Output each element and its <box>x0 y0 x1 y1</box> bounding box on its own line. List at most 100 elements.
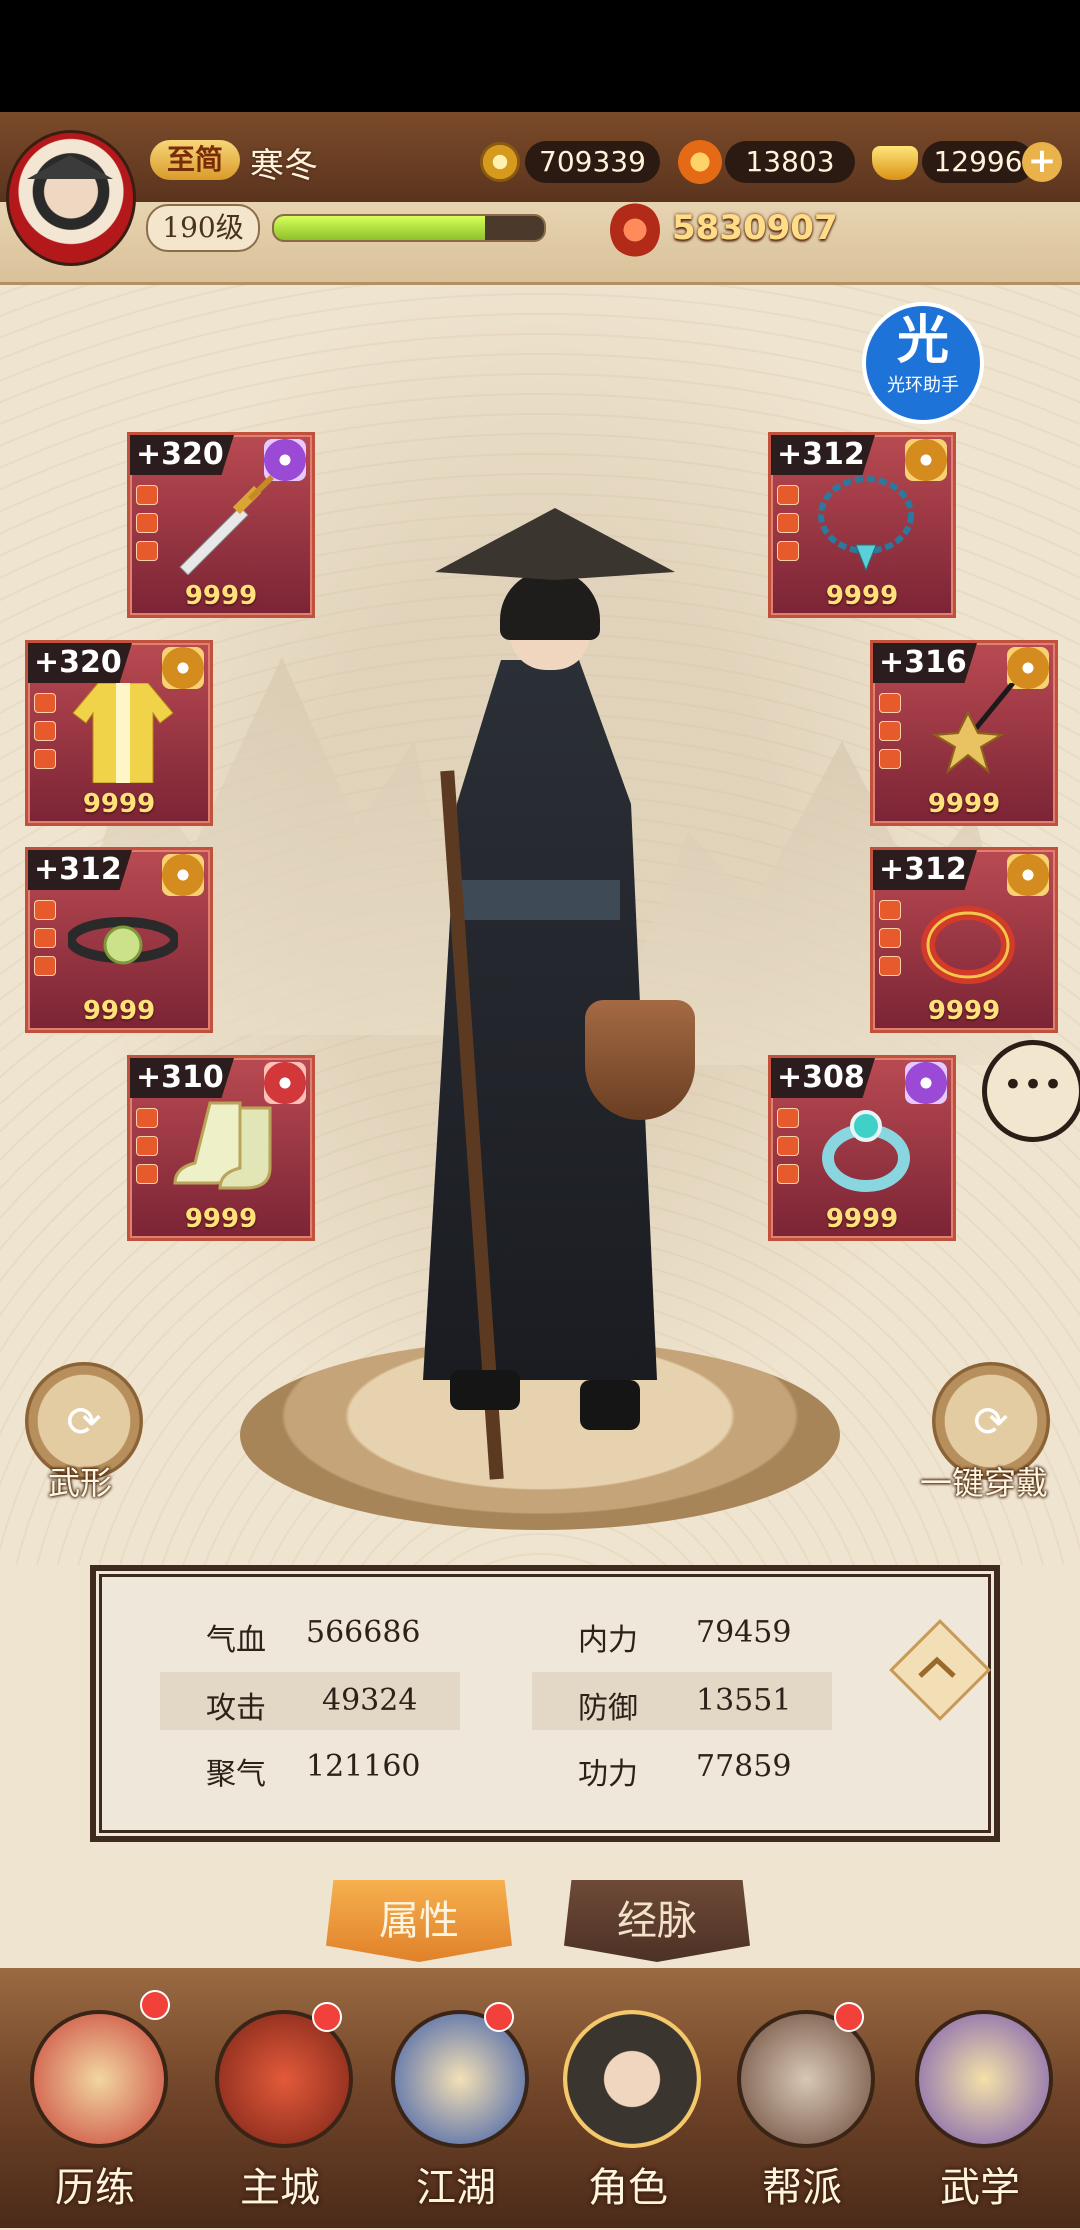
boots-icon <box>173 1101 272 1190</box>
player-avatar[interactable] <box>6 130 136 266</box>
nav-training-label: 历练 <box>55 2165 135 2211</box>
item-count: 9999 <box>825 1204 899 1234</box>
tab-attributes[interactable]: 属性 <box>326 1880 512 1962</box>
stat-defense-value: 13551 <box>696 1683 792 1718</box>
refine-stars <box>34 900 56 984</box>
training-icon <box>30 2010 168 2148</box>
item-count: 9999 <box>927 996 1001 1026</box>
combat-power-value: 5830907 <box>672 208 838 248</box>
stats-panel: 气血 566686 内力 79459 攻击 49324 防御 13551 聚气 … <box>90 1565 1000 1842</box>
nav-character[interactable]: 角色 <box>548 1980 708 2230</box>
equip-slot-boots[interactable]: +310 9999 <box>127 1055 315 1241</box>
nav-guild-label: 帮派 <box>762 2165 842 2211</box>
player-name: 寒冬 <box>250 146 318 186</box>
appearance-label: 武形 <box>48 1464 113 1502</box>
refine-stars <box>879 693 901 777</box>
nav-character-label: 角色 <box>588 2165 668 2211</box>
robe-icon <box>72 683 174 783</box>
notification-badge <box>140 1990 170 2020</box>
enhance-level: +316 <box>873 643 977 683</box>
enhance-level: +312 <box>28 850 132 890</box>
status-bar <box>0 0 1080 112</box>
notification-badge <box>484 2002 514 2032</box>
enhance-level: +312 <box>771 435 875 475</box>
equip-slot-ring[interactable]: +308 9999 <box>768 1055 956 1241</box>
item-count: 9999 <box>82 789 156 819</box>
nav-main-city-label: 主城 <box>240 2165 320 2211</box>
refine-stars <box>34 693 56 777</box>
enhance-level: +320 <box>130 435 234 475</box>
stat-focus-value: 121160 <box>306 1749 421 1784</box>
chat-bubble-button[interactable]: ••• <box>982 1040 1080 1142</box>
nav-jianghu-label: 江湖 <box>416 2165 496 2211</box>
necklace-icon <box>818 476 914 572</box>
leaf-currency-icon <box>678 140 722 184</box>
nav-martial-arts[interactable]: 武学 <box>900 1980 1060 2230</box>
gold-ingot-icon <box>872 146 918 180</box>
nav-guild[interactable]: 帮派 <box>722 1980 882 2230</box>
notification-badge <box>312 2002 342 2032</box>
assistant-label: 光环助手 <box>887 375 959 396</box>
equip-slot-amulet[interactable]: +316 9999 <box>870 640 1058 826</box>
copper-amount: 709339 <box>525 141 660 183</box>
notification-badge <box>834 2002 864 2032</box>
exp-bar <box>272 214 546 242</box>
stat-attack-value: 49324 <box>322 1683 418 1718</box>
stat-inner-value: 79459 <box>696 1615 792 1650</box>
combat-power-icon <box>610 202 660 258</box>
enhance-level: +320 <box>28 643 132 683</box>
equip-slot-robe[interactable]: +320 9999 <box>25 640 213 826</box>
vip-badge: 至简 <box>150 140 240 180</box>
item-count: 9999 <box>184 581 258 611</box>
equip-slot-belt[interactable]: +312 9999 <box>25 847 213 1033</box>
ring-icon <box>822 1110 910 1192</box>
assistant-icon-text: 光 <box>896 311 949 371</box>
tab-meridians[interactable]: 经脉 <box>564 1880 750 1962</box>
item-count: 9999 <box>825 581 899 611</box>
sword-icon <box>179 475 274 575</box>
stat-focus-label: 聚气 <box>206 1757 266 1792</box>
leaf-currency-amount: 13803 <box>725 141 855 183</box>
equip-slot-necklace[interactable]: +312 9999 <box>768 432 956 618</box>
player-header <box>0 112 1080 285</box>
nav-martial-arts-label: 武学 <box>940 2165 1020 2211</box>
refine-stars <box>136 485 158 569</box>
enhance-level: +312 <box>873 850 977 890</box>
player-level: 190级 <box>146 204 260 252</box>
equip-armor-icon: ⟳ <box>973 1396 1009 1446</box>
appearance-icon: ⟳ <box>66 1396 102 1446</box>
assistant-button[interactable]: 光 光环助手 <box>862 302 984 424</box>
stat-inner-label: 内力 <box>578 1623 638 1658</box>
amulet-icon <box>931 683 1015 774</box>
nav-training[interactable]: 历练 <box>15 1980 175 2230</box>
character-icon <box>563 2010 701 2148</box>
exp-bar-fill <box>274 216 485 240</box>
refine-stars <box>879 900 901 984</box>
enhance-level: +310 <box>130 1058 234 1098</box>
stat-attack-label: 攻击 <box>206 1691 266 1726</box>
refine-stars <box>136 1108 158 1192</box>
copper-coin-icon <box>480 142 520 182</box>
stat-skill-label: 功力 <box>578 1757 638 1792</box>
item-count: 9999 <box>184 1204 258 1234</box>
bracelet-icon <box>921 906 1015 984</box>
gold-ingot-amount: 12996 <box>922 141 1034 183</box>
scroll-icon <box>915 2010 1053 2148</box>
equip-slot-bracelet[interactable]: +312 9999 <box>870 847 1058 1033</box>
stat-hp-value: 566686 <box>306 1615 421 1650</box>
item-count: 9999 <box>82 996 156 1026</box>
one-click-equip-label: 一键穿戴 <box>920 1464 1049 1502</box>
stat-hp-label: 气血 <box>206 1623 266 1658</box>
character-model[interactable] <box>370 500 710 1480</box>
belt-icon <box>68 917 178 965</box>
chevron-up-icon <box>918 1656 956 1678</box>
nav-main-city[interactable]: 主城 <box>200 1980 360 2230</box>
refine-stars <box>777 485 799 569</box>
stat-defense-label: 防御 <box>578 1691 638 1726</box>
stat-skill-value: 77859 <box>696 1749 792 1784</box>
jianghu-icon <box>391 2010 529 2148</box>
add-currency-button[interactable]: + <box>1022 142 1062 182</box>
equip-slot-sword[interactable]: +320 9999 <box>127 432 315 618</box>
nav-jianghu[interactable]: 江湖 <box>376 1980 536 2230</box>
item-count: 9999 <box>927 789 1001 819</box>
